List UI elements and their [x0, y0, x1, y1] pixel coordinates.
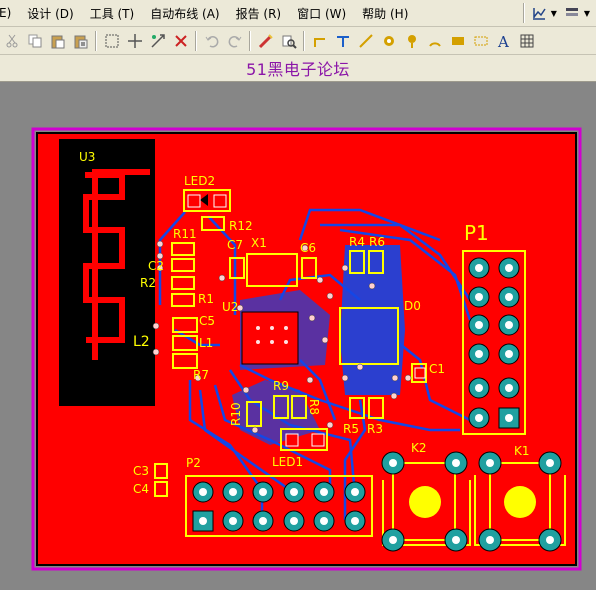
move-icon[interactable] — [125, 31, 144, 50]
place-grid-icon[interactable] — [517, 31, 536, 50]
place-track-icon[interactable] — [310, 31, 329, 50]
menu-bar: E) 设计 (D) 工具 (T) 自动布线 (A) 报告 (R) 窗口 (W) … — [0, 0, 596, 27]
c1-label: C1 — [429, 362, 445, 376]
menu-help[interactable]: 帮助 (H) — [354, 5, 416, 22]
r7-label: R7 — [193, 368, 209, 382]
u2-label: U2 — [222, 300, 238, 314]
d0-label: D0 — [404, 299, 421, 313]
menu-design[interactable]: 设计 (D) — [19, 5, 81, 22]
r4-label: R4 — [349, 235, 365, 249]
place-text-icon[interactable]: A — [494, 31, 513, 50]
c3-label: C3 — [133, 464, 149, 478]
paste-special-icon[interactable] — [71, 31, 90, 50]
route-icon[interactable] — [256, 31, 275, 50]
place-polygon-icon[interactable] — [471, 31, 490, 50]
separator — [522, 3, 525, 23]
led1-label: LED1 — [272, 455, 303, 469]
k2-actuator — [409, 486, 441, 518]
r8-label: R8 — [307, 399, 321, 415]
r2-label: R2 — [140, 276, 156, 290]
menu-window[interactable]: 窗口 (W) — [289, 5, 354, 22]
r5-label: R5 — [343, 422, 359, 436]
layers-icon[interactable] — [563, 4, 582, 23]
menu-reports[interactable]: 报告 (R) — [228, 5, 290, 22]
paste-icon[interactable] — [48, 31, 67, 50]
c5-label: C5 — [199, 314, 215, 328]
svg-text:A: A — [497, 33, 509, 49]
place-fill-icon[interactable] — [448, 31, 467, 50]
cut-icon[interactable] — [2, 31, 21, 50]
u3-label: U3 — [79, 150, 95, 164]
pcb-drawing[interactable]: U3 LED2 R12 R11 C2 R2 R1 C7 X1 C6 R4 R6 … — [0, 82, 596, 590]
place-pad-icon[interactable] — [402, 31, 421, 50]
document-tab-bar: 51黑电子论坛 — [0, 55, 596, 82]
zoom-icon[interactable] — [279, 31, 298, 50]
place-via-icon[interactable] — [379, 31, 398, 50]
r9-label: R9 — [273, 379, 289, 393]
x1-label: X1 — [251, 236, 267, 250]
chart-icon[interactable] — [530, 4, 549, 23]
u2-chip[interactable] — [241, 311, 299, 365]
c7-label: C7 — [227, 238, 243, 252]
l2-label: L2 — [133, 334, 150, 350]
copy-icon[interactable] — [25, 31, 44, 50]
clear-icon[interactable] — [171, 31, 190, 50]
c2-label: C2 — [148, 259, 164, 273]
l1-label: L1 — [199, 336, 213, 350]
led2-label: LED2 — [184, 174, 215, 188]
place-arc-icon[interactable] — [425, 31, 444, 50]
pcb-canvas[interactable]: U3 LED2 R12 R11 C2 R2 R1 C7 X1 C6 R4 R6 … — [0, 82, 596, 590]
chevron-down-icon[interactable]: ▼ — [551, 9, 557, 18]
menu-tools[interactable]: 工具 (T) — [82, 5, 143, 22]
r6-label: R6 — [369, 235, 385, 249]
separator — [303, 30, 305, 51]
cross-probe-icon[interactable] — [148, 31, 167, 50]
toolbar: A — [0, 27, 596, 55]
menu-right-tools: ▼ ▼ — [520, 2, 596, 24]
menu-edit[interactable]: E) — [0, 6, 19, 20]
r12-label: R12 — [229, 219, 253, 233]
r1-label: R1 — [198, 292, 214, 306]
r11-label: R11 — [173, 227, 197, 241]
place-line-icon[interactable] — [356, 31, 375, 50]
place-branch-icon[interactable] — [333, 31, 352, 50]
p2-label: P2 — [186, 456, 201, 470]
menu-autoroute[interactable]: 自动布线 (A) — [142, 5, 227, 22]
k2-label: K2 — [411, 441, 427, 455]
k1-actuator — [504, 486, 536, 518]
r10-label: R10 — [229, 402, 243, 426]
separator — [195, 30, 197, 51]
chevron-down-icon[interactable]: ▼ — [584, 9, 590, 18]
r3-label: R3 — [367, 422, 383, 436]
c6-label: C6 — [300, 241, 316, 255]
separator — [249, 30, 251, 51]
separator — [95, 30, 97, 51]
select-icon[interactable] — [102, 31, 121, 50]
document-title: 51黑电子论坛 — [246, 60, 350, 79]
k1-label: K1 — [514, 444, 530, 458]
redo-icon[interactable] — [225, 31, 244, 50]
u3-antenna-block — [59, 139, 155, 406]
undo-icon[interactable] — [202, 31, 221, 50]
p1-label: P1 — [464, 221, 489, 245]
c4-label: C4 — [133, 482, 149, 496]
